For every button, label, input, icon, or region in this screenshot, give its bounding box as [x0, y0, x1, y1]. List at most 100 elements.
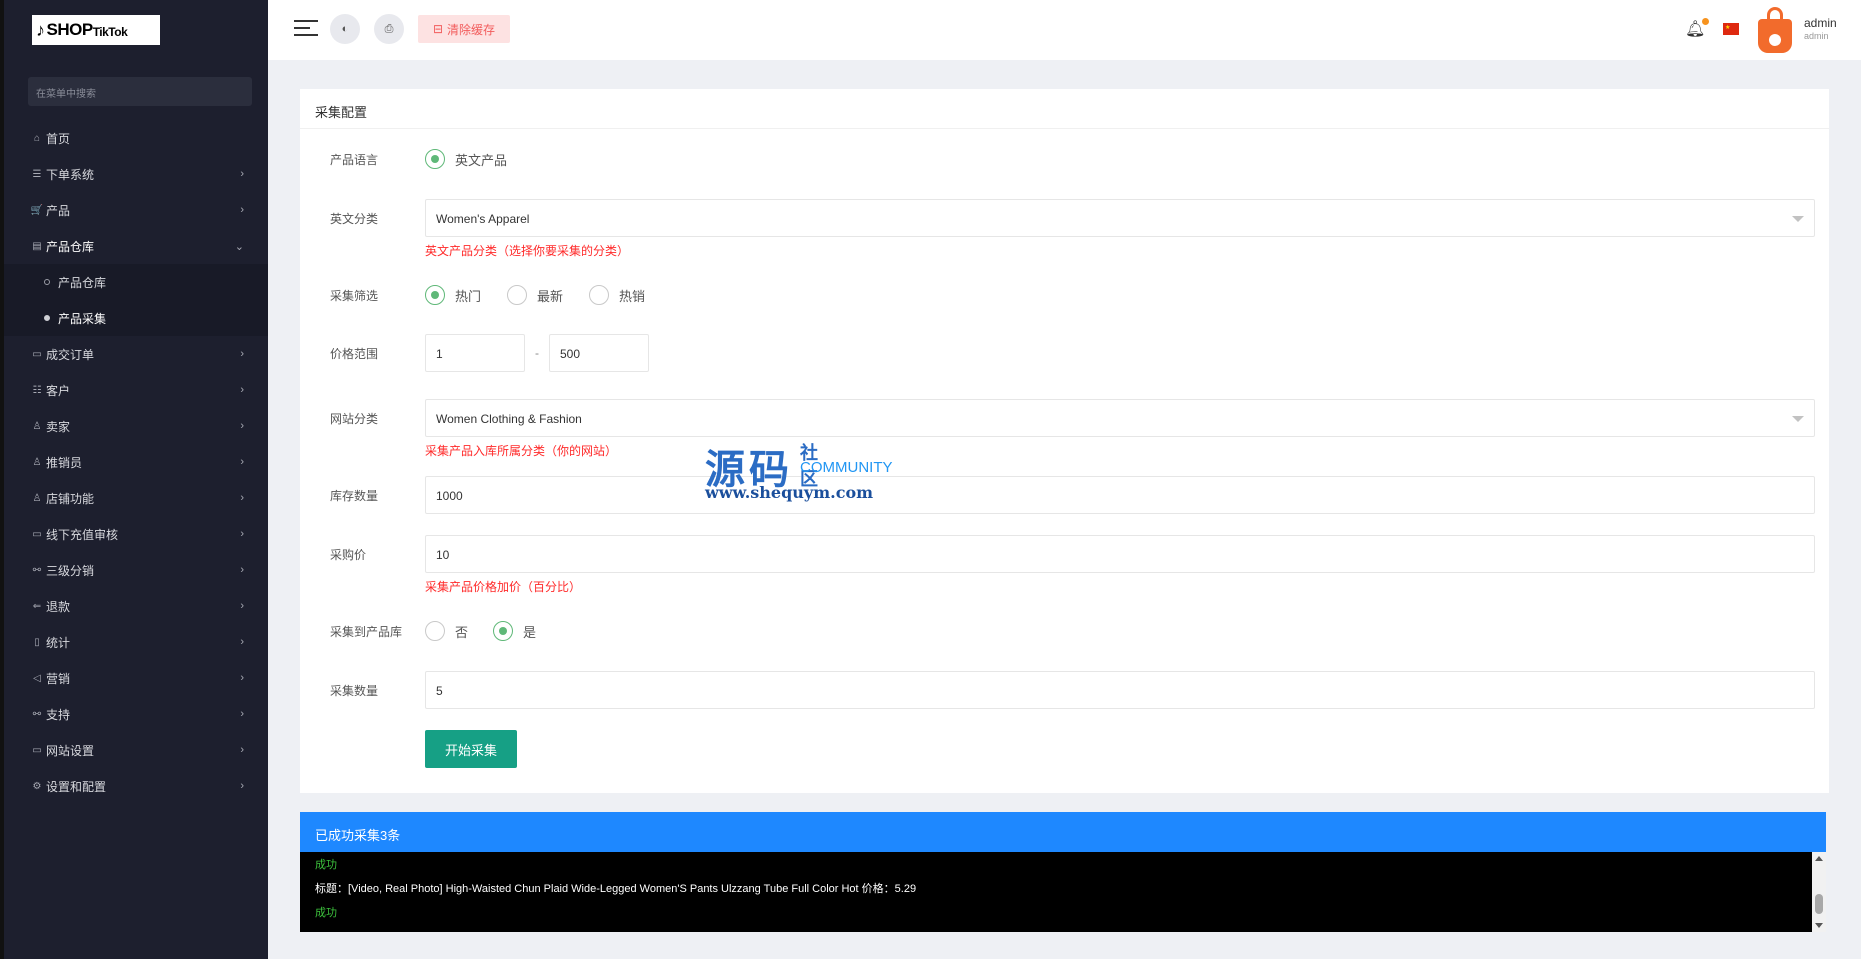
sidebar-item-label: 统计: [46, 635, 71, 650]
document-icon: ▯: [34, 636, 40, 648]
cache-icon: ⊟: [432, 22, 444, 36]
users-icon: ☷: [32, 384, 42, 396]
user-icon: ♙: [32, 456, 42, 468]
log-scrollbar[interactable]: [1812, 852, 1826, 932]
chevron-right-icon: ›: [240, 600, 244, 612]
sidebar-item-label: 设置和配置: [46, 779, 107, 794]
menu-toggle-icon[interactable]: [294, 20, 318, 40]
result-header: 已成功采集3条: [300, 812, 1826, 852]
list-icon: ☰: [32, 168, 42, 180]
chevron-right-icon: ›: [240, 744, 244, 756]
chevron-right-icon: ›: [240, 204, 244, 216]
start-collect-button[interactable]: 开始采集: [425, 730, 517, 768]
sidebar-item-support[interactable]: ⚯ 支持 ›: [4, 696, 268, 732]
sidebar-item-label: 客户: [46, 383, 71, 398]
to-lib-radio-yes[interactable]: 是: [493, 621, 536, 641]
sidebar-item-shop-functions[interactable]: ♙ 店铺功能 ›: [4, 480, 268, 516]
card-icon: ▭: [32, 528, 42, 540]
watermark-url: www.shequym.com: [705, 483, 874, 502]
lang-label: 产品语言: [330, 153, 379, 167]
filter-radio-bestseller[interactable]: 热销: [589, 285, 645, 305]
markup-label: 采购价: [330, 548, 367, 562]
caret-down-icon: [1792, 416, 1804, 422]
sidebar-item-label: 产品采集: [58, 311, 107, 326]
sidebar-item-orders[interactable]: ▭ 成交订单 ›: [4, 336, 268, 372]
radio-checked-icon: [425, 149, 445, 169]
filter-radio-hot[interactable]: 热门: [425, 285, 481, 305]
price-max-input[interactable]: 500: [549, 334, 649, 372]
lang-radio-english[interactable]: 英文产品: [425, 149, 507, 169]
avatar[interactable]: [1758, 7, 1792, 53]
sidebar-item-site-settings[interactable]: ▭ 网站设置 ›: [4, 732, 268, 768]
watermark-community: COMMUNITY: [800, 459, 893, 476]
filter-label: 采集筛选: [330, 289, 379, 303]
sidebar-item-distribution[interactable]: ⚯ 三级分销 ›: [4, 552, 268, 588]
scroll-thumb[interactable]: [1815, 894, 1823, 914]
to-lib-radio-no[interactable]: 否: [425, 621, 468, 641]
topbar: ◐ ⎙ ⊟ 清除缓存 🔔︎ ★ admin admin: [268, 0, 1861, 60]
sidebar-item-label: 三级分销: [46, 563, 95, 578]
price-dash: -: [535, 346, 539, 360]
sidebar-subitem-warehouse[interactable]: 产品仓库: [4, 264, 268, 300]
card-title: 采集配置: [300, 89, 1829, 129]
sidebar-item-customers[interactable]: ☷ 客户 ›: [4, 372, 268, 408]
chevron-right-icon: ›: [240, 636, 244, 648]
clear-cache-button[interactable]: ⊟ 清除缓存: [418, 15, 510, 43]
stock-label: 库存数量: [330, 489, 379, 503]
logo[interactable]: ♪ SHOP TikTok: [32, 15, 160, 45]
menu-search-input[interactable]: 在菜单中搜索: [28, 77, 252, 106]
price-min-input[interactable]: 1: [425, 334, 525, 372]
bell-icon[interactable]: 🔔︎: [1685, 18, 1710, 39]
sidebar-subitem-collect[interactable]: 产品采集: [4, 300, 268, 336]
count-input[interactable]: 5: [425, 671, 1815, 709]
home-icon: ⌂: [33, 132, 41, 144]
refund-icon: ⇐: [32, 600, 42, 612]
user-icon: ♙: [32, 420, 42, 432]
notification-badge: [1702, 18, 1710, 25]
sidebar-item-label: 卖家: [46, 419, 71, 434]
sidebar-item-label: 店铺功能: [46, 491, 95, 506]
sidebar-item-stats[interactable]: ▯ 统计 ›: [4, 624, 268, 660]
china-flag-icon[interactable]: ★: [1723, 23, 1739, 35]
log-line-success: 成功: [315, 907, 337, 919]
link-icon: ⚯: [32, 708, 42, 720]
logo-main-text: SHOP: [46, 20, 94, 39]
sidebar-item-label: 产品仓库: [46, 239, 95, 254]
sidebar-item-refunds[interactable]: ⇐ 退款 ›: [4, 588, 268, 624]
sidebar-item-label: 成交订单: [46, 347, 95, 362]
tiktok-note-icon: ♪: [36, 19, 45, 40]
scroll-up-icon[interactable]: [1815, 856, 1823, 861]
log-line-title: 标题：[Video, Real Photo] High-Waisted Chun…: [315, 883, 917, 895]
sidebar-item-sellers[interactable]: ♙ 卖家 ›: [4, 408, 268, 444]
globe-icon[interactable]: ◐: [330, 14, 360, 44]
sidebar-item-label: 退款: [46, 599, 71, 614]
filter-radio-newest[interactable]: 最新: [507, 285, 563, 305]
en-cat-hint: 英文产品分类（选择你要采集的分类）: [425, 244, 630, 258]
user-icon: ♙: [32, 492, 42, 504]
sidebar-item-label: 产品仓库: [58, 275, 107, 290]
radio-icon: [507, 285, 527, 305]
site-category-select[interactable]: Women Clothing & Fashion: [425, 399, 1815, 437]
user-menu[interactable]: admin admin: [1804, 17, 1837, 43]
en-category-select[interactable]: Women's Apparel: [425, 199, 1815, 237]
sidebar-item-promoters[interactable]: ♙ 推销员 ›: [4, 444, 268, 480]
to-lib-label: 采集到产品库: [330, 625, 403, 639]
markup-input[interactable]: 10: [425, 535, 1815, 573]
sidebar-item-marketing[interactable]: ◁ 营销 ›: [4, 660, 268, 696]
monitor-icon: ▭: [32, 744, 42, 756]
stock-input[interactable]: 1000: [425, 476, 1815, 514]
sidebar-item-products[interactable]: 🛒 产品 ›: [4, 192, 268, 228]
sidebar-item-label: 首页: [46, 131, 71, 146]
sidebar-item-label: 产品: [46, 203, 71, 218]
print-icon[interactable]: ⎙: [374, 14, 404, 44]
scroll-down-icon[interactable]: [1815, 923, 1823, 928]
chevron-right-icon: ›: [240, 168, 244, 180]
chevron-down-icon: ⌄: [234, 241, 244, 253]
sidebar-item-config[interactable]: ⚙ 设置和配置 ›: [4, 768, 268, 804]
sidebar-item-warehouse[interactable]: ▤ 产品仓库 ⌄: [4, 228, 268, 264]
chevron-right-icon: ›: [240, 348, 244, 360]
sidebar-item-offline-recharge[interactable]: ▭ 线下充值审核 ›: [4, 516, 268, 552]
sidebar-item-home[interactable]: ⌂ 首页: [4, 120, 268, 156]
sidebar-item-order-system[interactable]: ☰ 下单系统 ›: [4, 156, 268, 192]
sidebar-item-label: 线下充值审核: [46, 527, 119, 542]
